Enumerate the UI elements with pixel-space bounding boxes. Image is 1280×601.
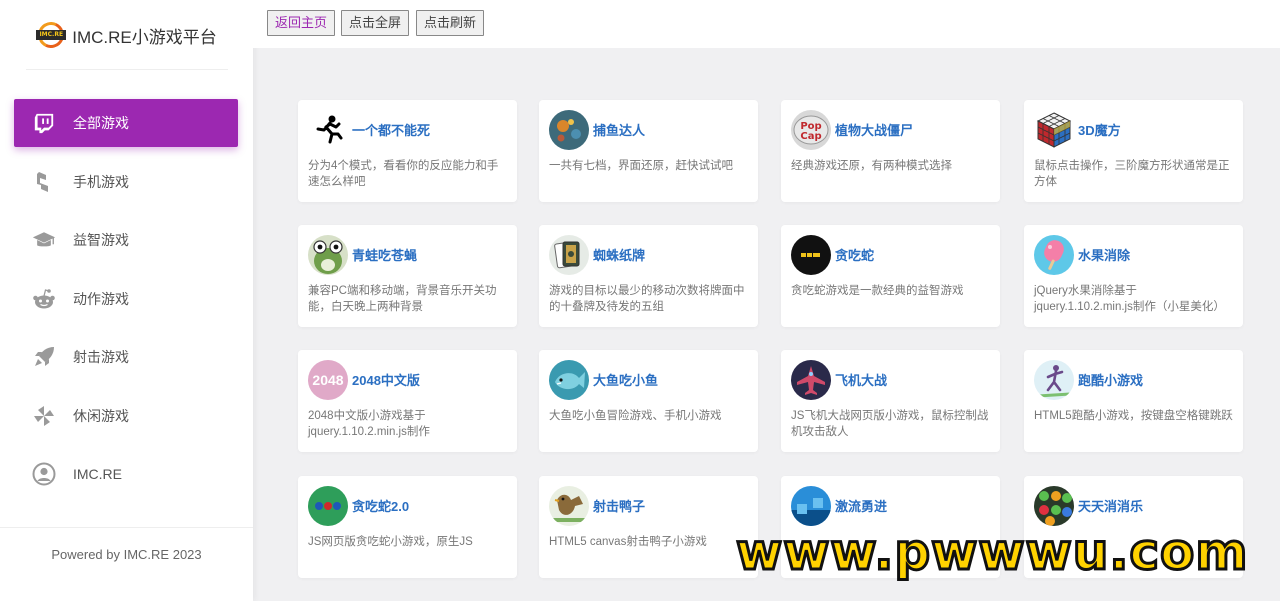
game-title: 贪吃蛇	[835, 248, 875, 263]
game-description: 分为4个模式，看看你的反应能力和手速怎么样吧	[308, 160, 499, 188]
runner-icon	[308, 110, 348, 150]
sidebar-menu: 全部游戏 手机游戏 益智游戏 动作游戏 射击游戏 休闲游戏 IMC.RE	[14, 99, 238, 509]
sidebar-item-casual-games[interactable]: 休闲游戏	[14, 392, 238, 440]
game-card-zhizhuzhipai[interactable]: 蜘蛛纸牌 游戏的目标以最少的移动次数将牌面中的十叠牌及待发的五组	[539, 225, 758, 327]
rocket-icon	[32, 345, 56, 369]
game-description: JS飞机大战网页版小游戏，鼠标控制战机攻击敌人	[791, 410, 989, 438]
sidebar-item-label: 手机游戏	[73, 173, 129, 190]
reddit-icon	[32, 287, 56, 311]
sidebar-item-puzzle-games[interactable]: 益智游戏	[14, 216, 238, 264]
game-card-shejiyazi[interactable]: 射击鸭子 HTML5 canvas射击鸭子小游戏	[539, 476, 758, 578]
2048-icon-text: 2048	[312, 372, 344, 388]
fish-icon	[549, 110, 589, 150]
game-description: 鼠标点击操作，三阶魔方形状通常是正方体	[1034, 160, 1230, 188]
brand[interactable]: IMC.RE IMC.RE小游戏平台	[0, 0, 253, 70]
game-card-tanchishe[interactable]: 贪吃蛇 贪吃蛇游戏是一款经典的益智游戏	[781, 225, 1000, 327]
game-title: 跑酷小游戏	[1078, 373, 1144, 388]
game-title: 贪吃蛇2.0	[352, 499, 410, 514]
home-button[interactable]: 返回主页	[267, 10, 336, 36]
game-card-yigedoubunengsi[interactable]: 一个都不能死 分为4个模式，看看你的反应能力和手速怎么样吧	[298, 100, 517, 202]
game-description: 大鱼吃小鱼冒险游戏、手机小游戏	[549, 410, 722, 422]
sidebar-item-all-games[interactable]: 全部游戏	[14, 99, 238, 147]
cards-icon	[549, 235, 589, 275]
frog-icon	[308, 235, 348, 275]
game-card-qingwachicangying[interactable]: 青蛙吃苍蝇 兼容PC端和移动端，背景音乐开关功能，白天晚上两种背景	[298, 225, 517, 327]
rubiks-cube-icon	[1034, 110, 1074, 150]
popcap-icon: Pop Cap	[791, 110, 831, 150]
game-card-zhiwudazhanjiangshi[interactable]: Pop Cap 植物大战僵尸 经典游戏还原，有两种模式选择	[781, 100, 1000, 202]
game-description: jQuery水果消除基于jquery.1.10.2.min.js制作（小星美化）	[1034, 285, 1225, 313]
fullscreen-button[interactable]: 点击全屏	[341, 10, 410, 36]
big-fish-icon	[549, 360, 589, 400]
sidebar-item-mobile-games[interactable]: 手机游戏	[14, 158, 238, 206]
twitch-icon	[32, 111, 56, 135]
brand-title: IMC.RE小游戏平台	[72, 27, 217, 47]
sidebar-item-label: 休闲游戏	[73, 407, 129, 424]
game-card-paokuxiaoyouxi[interactable]: 跑酷小游戏 HTML5跑酷小游戏，按键盘空格键跳跃	[1024, 350, 1243, 452]
game-title: 捕鱼达人	[593, 123, 646, 138]
watermark: www.pwwwu.com	[734, 522, 1249, 583]
refresh-button[interactable]: 点击刷新	[416, 10, 485, 36]
popsicle-icon	[1034, 235, 1074, 275]
sidebar: IMC.RE IMC.RE小游戏平台 全部游戏 手机游戏 益智游戏 动作游戏 射…	[0, 0, 253, 601]
plane-icon	[791, 360, 831, 400]
game-title: 3D魔方	[1078, 123, 1121, 138]
sidebar-item-label: 益智游戏	[73, 232, 129, 248]
game-title: 水果消除	[1078, 248, 1131, 263]
game-title: 青蛙吃苍蝇	[352, 248, 418, 263]
match-icon	[1034, 486, 1074, 526]
game-description: 兼容PC端和移动端，背景音乐开关功能，白天晚上两种背景	[308, 285, 497, 313]
brand-divider	[26, 69, 228, 70]
game-title: 飞机大战	[835, 373, 888, 388]
pinwheel-icon	[32, 404, 56, 428]
game-title: 大鱼吃小鱼	[593, 373, 659, 388]
game-title: 射击鸭子	[593, 499, 646, 514]
imcre-logo: IMC.RE	[34, 18, 68, 52]
game-card-2048[interactable]: 2048 2048中文版 2048中文版小游戏基于jquery.1.10.2.m…	[298, 350, 517, 452]
graduation-cap-icon	[32, 228, 56, 252]
game-card-tanchishe2[interactable]: 贪吃蛇2.0 JS网页版贪吃蛇小游戏，原生JS	[298, 476, 517, 578]
game-description: HTML5 canvas射击鸭子小游戏	[549, 536, 707, 548]
game-card-buyudaren[interactable]: 捕鱼达人 一共有七档，界面还原，赶快试试吧	[539, 100, 758, 202]
top-toolbar: 返回主页 点击全屏 点击刷新	[253, 0, 1280, 48]
game-description: JS网页版贪吃蛇小游戏，原生JS	[308, 536, 473, 548]
game-description: 一共有七档，界面还原，赶快试试吧	[549, 160, 733, 172]
sidebar-item-label: IMC.RE	[73, 466, 122, 482]
phone-game-icon	[32, 170, 56, 194]
svg-text:Cap: Cap	[800, 131, 821, 142]
game-description: 经典游戏还原，有两种模式选择	[791, 160, 952, 172]
game-title: 激流勇进	[835, 499, 888, 514]
footer-divider	[0, 527, 253, 528]
game-title: 天天消消乐	[1078, 499, 1144, 514]
snake-icon	[791, 235, 831, 275]
rapids-icon	[791, 486, 831, 526]
game-title: 一个都不能死	[352, 123, 431, 138]
game-description: 2048中文版小游戏基于jquery.1.10.2.min.js制作	[308, 410, 430, 438]
game-description: HTML5跑酷小游戏，按键盘空格键跳跃	[1034, 410, 1233, 422]
sidebar-item-label: 动作游戏	[73, 290, 129, 307]
game-description: 贪吃蛇游戏是一款经典的益智游戏	[791, 285, 964, 297]
sidebar-item-imcre[interactable]: IMC.RE	[14, 450, 238, 498]
user-icon	[32, 462, 56, 486]
game-card-dayuchixiaoyu[interactable]: 大鱼吃小鱼 大鱼吃小鱼冒险游戏、手机小游戏	[539, 350, 758, 452]
game-title: 蜘蛛纸牌	[593, 248, 646, 263]
game-card-3d-mofang[interactable]: 3D魔方 鼠标点击操作，三阶魔方形状通常是正方体	[1024, 100, 1243, 202]
game-title: 2048中文版	[352, 373, 420, 388]
duck-icon	[549, 486, 589, 526]
sidebar-item-label: 射击游戏	[73, 349, 129, 365]
sidebar-item-label: 全部游戏	[73, 115, 129, 131]
sidebar-footer: Powered by IMC.RE 2023	[51, 547, 202, 562]
2048-icon: 2048	[308, 360, 348, 400]
sidebar-item-action-games[interactable]: 动作游戏	[14, 275, 238, 323]
sidebar-item-shooting-games[interactable]: 射击游戏	[14, 333, 238, 381]
parkour-icon	[1034, 360, 1074, 400]
game-card-feijidazhan[interactable]: 飞机大战 JS飞机大战网页版小游戏，鼠标控制战机攻击敌人	[781, 350, 1000, 452]
game-card-shuiguoxiaochu[interactable]: 水果消除 jQuery水果消除基于jquery.1.10.2.min.js制作（…	[1024, 225, 1243, 327]
game-description: 游戏的目标以最少的移动次数将牌面中的十叠牌及待发的五组	[549, 285, 745, 313]
snake2-icon	[308, 486, 348, 526]
game-title: 植物大战僵尸	[835, 123, 914, 138]
